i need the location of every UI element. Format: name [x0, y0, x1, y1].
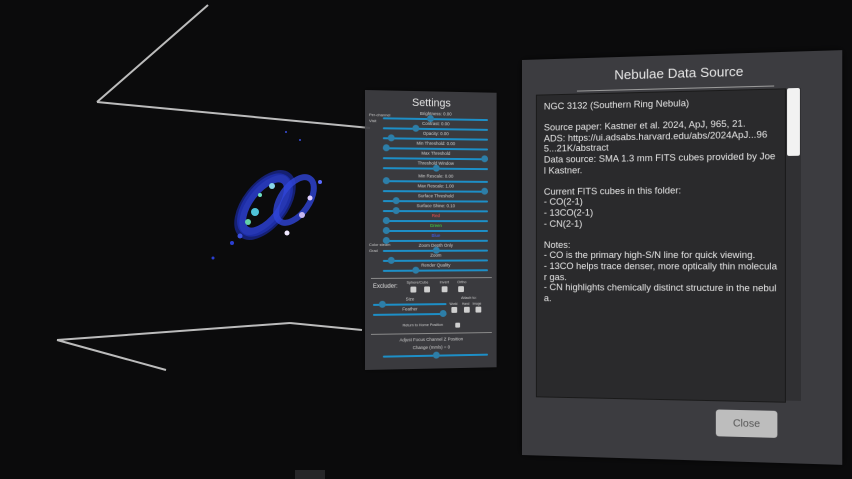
sphere-cube-checkbox[interactable]: [410, 287, 416, 293]
settings-panel: Settings Per-channel Visit Brightness: 0…: [365, 90, 497, 370]
brightness-label: Brightness: 0.00: [383, 110, 488, 117]
render-quality-label: Render Quality: [383, 262, 488, 268]
contrast-label: Contrast: 0.00: [383, 120, 488, 127]
attach-hand-label: Hand: [462, 302, 469, 306]
green-label: Green: [383, 223, 488, 228]
attach-image-label: Image: [473, 302, 482, 306]
focus-label: Adjust Focus Channel Z Position: [365, 336, 497, 343]
opacity-label: Opacity: 0.00: [383, 130, 488, 136]
divider-2: [371, 332, 492, 335]
sphere-cube-checkbox-2[interactable]: [424, 286, 430, 292]
max-rescale-label: Max Rescale: 1.00: [383, 183, 488, 189]
excluder-label: Excluder:: [373, 284, 398, 290]
threshold-window-knob[interactable]: [432, 165, 439, 172]
attach-world-checkbox[interactable]: [451, 307, 457, 313]
min-threshold-label: Min Threshold: 0.00: [383, 140, 488, 146]
return-home-checkbox[interactable]: [455, 323, 460, 328]
info-text-area[interactable]: NGC 3132 (Southern Ring Nebula) Source p…: [536, 88, 786, 402]
return-home-label: Return to Home Position: [403, 323, 443, 328]
zoom-label: Zoom: [383, 253, 488, 258]
min-rescale-label: Min Rescale: 0.00: [383, 173, 488, 179]
blue-label: Blue: [383, 233, 488, 238]
bounding-box-lines: [57, 5, 370, 370]
attach-image-checkbox[interactable]: [476, 307, 482, 313]
visit-label: Visit: [369, 118, 376, 123]
attach-hand-checkbox[interactable]: [464, 307, 470, 313]
invert-checkbox[interactable]: [442, 286, 448, 292]
feather-label: Feather: [373, 306, 447, 312]
dialog-title: Nebulae Data Source: [522, 61, 842, 85]
attach-to-label: Attach to:: [461, 296, 476, 300]
settings-title: Settings: [365, 96, 497, 110]
ortho-label: Ortho: [457, 280, 466, 284]
render-quality-knob[interactable]: [413, 267, 420, 274]
max-threshold-label: Max Threshold: [383, 150, 488, 156]
scrollbar-thumb[interactable]: [787, 88, 800, 156]
ortho-checkbox[interactable]: [458, 286, 464, 292]
close-button[interactable]: Close: [716, 409, 778, 437]
sphere-cube-label: Sphere/Cube: [407, 281, 429, 285]
nebulae-data-source-dialog: Nebulae Data Source NGC 3132 (Southern R…: [522, 50, 842, 465]
render-quality-slider[interactable]: Render Quality: [383, 263, 488, 274]
vertical-scrollbar[interactable]: [786, 88, 801, 401]
excluder-feather-slider[interactable]: Feather: [373, 307, 447, 318]
info-text: NGC 3132 (Southern Ring Nebula) Source p…: [537, 89, 785, 311]
red-label: Red: [383, 213, 488, 218]
floor-shadow: [295, 470, 325, 479]
invert-label: Invert: [440, 280, 449, 284]
divider: [371, 277, 492, 279]
attach-world-label: World: [449, 302, 457, 306]
grad-label: Grad: [369, 248, 378, 253]
focus-z-knob[interactable]: [432, 352, 439, 359]
focus-z-slider[interactable]: [383, 348, 488, 360]
nebula-volume: [212, 131, 323, 260]
threshold-window-slider[interactable]: Threshold Window: [383, 161, 488, 172]
